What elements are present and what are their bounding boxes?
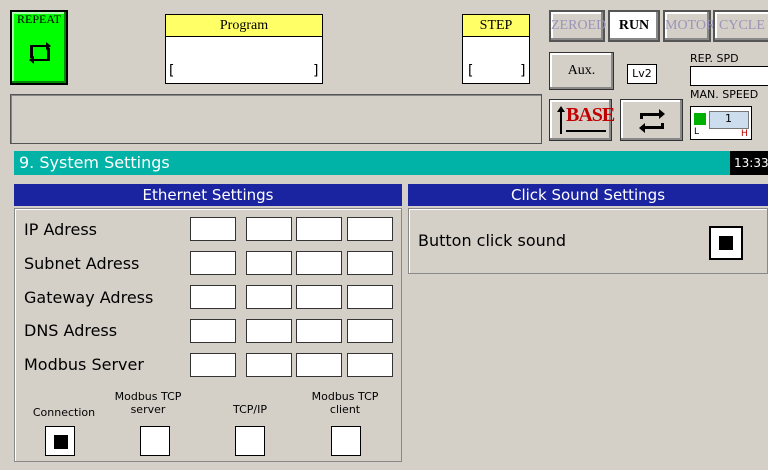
- speed-level-fill: [694, 113, 706, 125]
- subnet-octet-1[interactable]: [190, 251, 236, 275]
- tcpip-label: TCP/IP: [233, 403, 267, 416]
- connection-checkbox[interactable]: [45, 426, 75, 456]
- ip-address-label: IP Adress: [24, 220, 98, 239]
- modbus-server-label: Modbus Server: [24, 355, 144, 374]
- clock: 13:33: [730, 151, 768, 175]
- repeat-icon: [29, 42, 51, 64]
- ip-octet-4[interactable]: [347, 217, 393, 241]
- dns-octet-3[interactable]: [296, 319, 342, 343]
- repeat-label: REPEAT: [16, 12, 61, 26]
- ip-octet-1[interactable]: [190, 217, 236, 241]
- step-bracket-close: ]: [519, 63, 528, 79]
- subnet-octet-3[interactable]: [296, 251, 342, 275]
- program-header: Program: [166, 15, 322, 37]
- button-click-sound-label: Button click sound: [418, 231, 567, 250]
- dns-octet-4[interactable]: [347, 319, 393, 343]
- modbus-octet-4[interactable]: [347, 353, 393, 377]
- run-button[interactable]: RUN: [608, 10, 660, 42]
- step-header: STEP: [463, 15, 529, 37]
- cycle-button[interactable]: CYCLE: [713, 10, 768, 42]
- page-title: 9. System Settings: [14, 151, 730, 175]
- modbus-tcp-server-checkbox[interactable]: [140, 426, 170, 456]
- speed-low-label: L: [694, 127, 700, 137]
- motor-button[interactable]: MOTOR: [663, 10, 715, 42]
- gateway-octet-2[interactable]: [246, 285, 292, 309]
- dns-address-label: DNS Adress: [24, 321, 118, 340]
- message-panel: [10, 94, 542, 144]
- gateway-octet-3[interactable]: [296, 285, 342, 309]
- man-speed-gauge[interactable]: 1 L H: [690, 106, 752, 140]
- zeroed-button[interactable]: ZEROED: [549, 10, 607, 42]
- subnet-octet-4[interactable]: [347, 251, 393, 275]
- subnet-address-label: Subnet Adress: [24, 254, 140, 273]
- step-display: STEP [ ]: [462, 14, 530, 84]
- modbus-tcp-server-label: Modbus TCP server: [114, 390, 182, 416]
- gateway-address-label: Gateway Adress: [24, 288, 154, 307]
- subnet-octet-2[interactable]: [246, 251, 292, 275]
- ip-octet-2[interactable]: [246, 217, 292, 241]
- aux-label: Aux.: [567, 63, 596, 78]
- modbus-tcp-client-label: Modbus TCP client: [311, 390, 379, 416]
- aux-button[interactable]: Aux.: [549, 52, 614, 90]
- connection-label: Connection: [32, 406, 96, 419]
- modbus-octet-2[interactable]: [246, 353, 292, 377]
- dns-octet-2[interactable]: [246, 319, 292, 343]
- loop-icon: [639, 109, 665, 133]
- ip-octet-3[interactable]: [296, 217, 342, 241]
- program-bracket-open: [: [167, 63, 176, 79]
- gateway-octet-1[interactable]: [190, 285, 236, 309]
- modbus-octet-3[interactable]: [296, 353, 342, 377]
- man-speed-label: MAN. SPEED: [690, 88, 759, 101]
- program-display: Program [ ]: [165, 14, 323, 84]
- motor-label: MOTOR: [665, 18, 716, 33]
- ethernet-header: Ethernet Settings: [14, 184, 402, 206]
- modbus-octet-1[interactable]: [190, 353, 236, 377]
- speed-value: 1: [725, 112, 732, 125]
- dns-octet-1[interactable]: [190, 319, 236, 343]
- tcpip-checkbox[interactable]: [235, 426, 265, 456]
- gateway-octet-4[interactable]: [347, 285, 393, 309]
- rep-spd-field[interactable]: [690, 66, 768, 86]
- level-indicator: Lv2: [627, 64, 657, 84]
- base-icon: [557, 106, 565, 134]
- click-sound-header: Click Sound Settings: [408, 184, 768, 206]
- program-bracket-close: ]: [312, 63, 321, 79]
- rep-spd-label: REP. SPD: [690, 52, 739, 65]
- base-button[interactable]: BASE: [549, 99, 615, 141]
- zeroed-label: ZEROED: [551, 18, 607, 33]
- loop-button[interactable]: [620, 99, 683, 141]
- base-label: BASE: [566, 104, 615, 126]
- repeat-button[interactable]: REPEAT: [10, 10, 68, 85]
- step-bracket-open: [: [466, 63, 475, 79]
- speed-high-label: H: [741, 129, 748, 139]
- cycle-label: CYCLE: [719, 18, 765, 33]
- modbus-tcp-client-checkbox[interactable]: [331, 426, 361, 456]
- run-label: RUN: [618, 18, 650, 33]
- button-click-sound-checkbox[interactable]: [709, 226, 743, 260]
